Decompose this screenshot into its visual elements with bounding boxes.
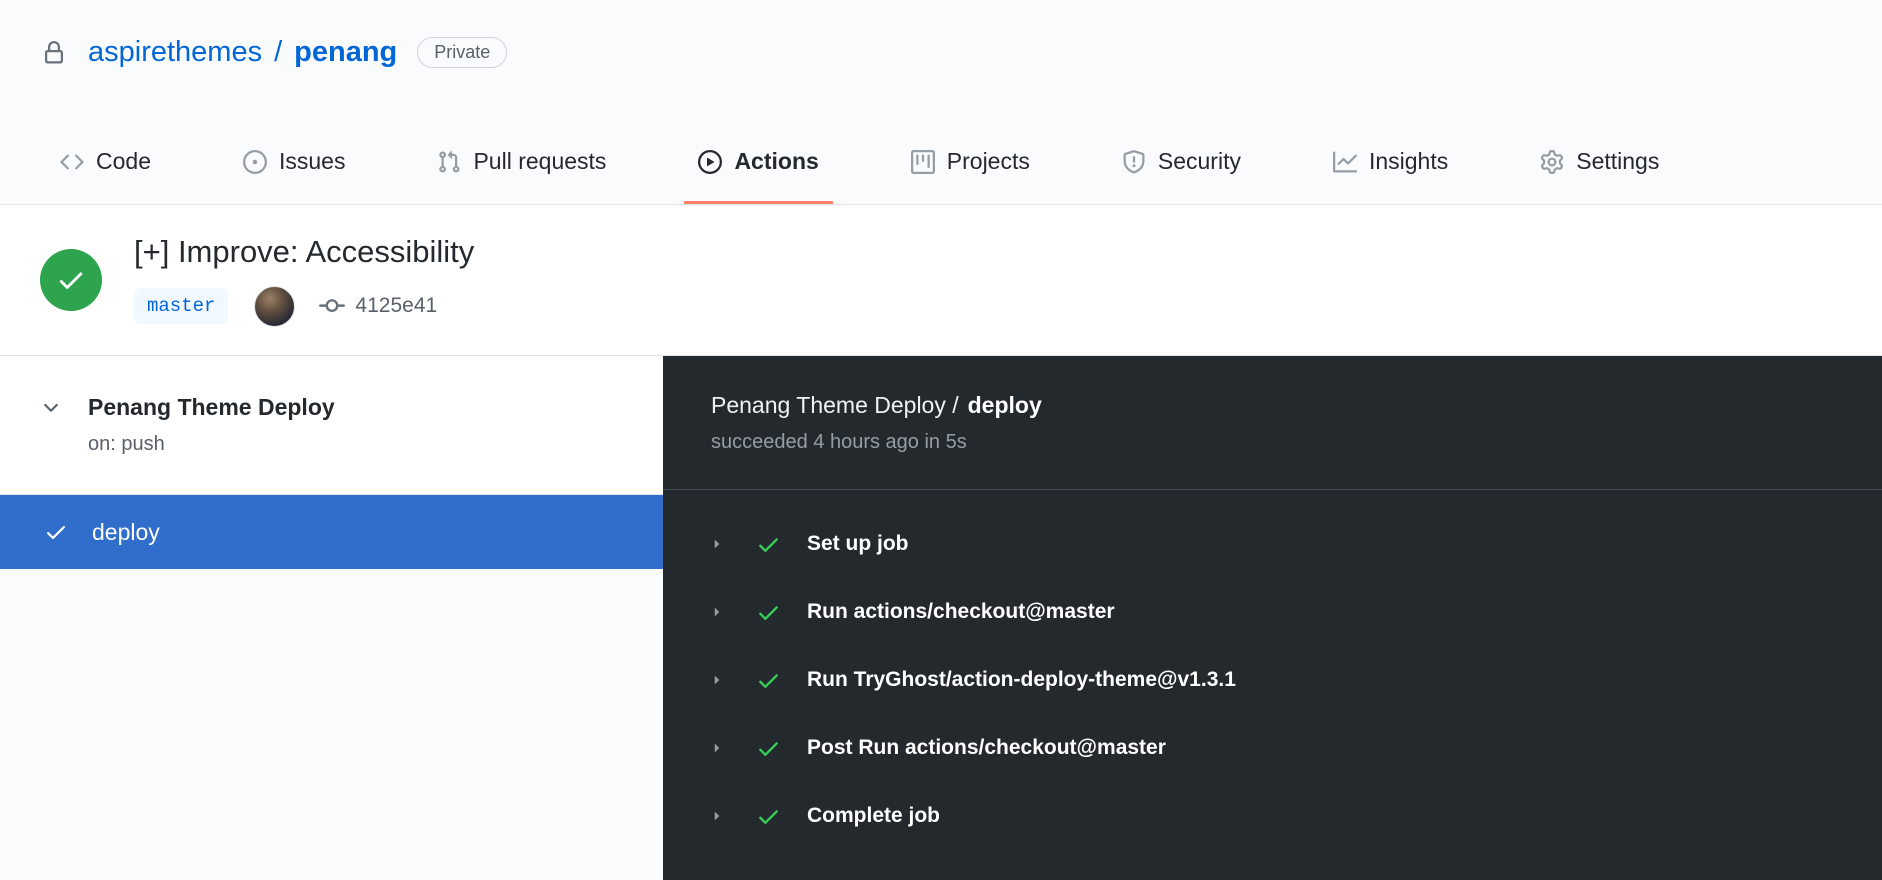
tab-insights[interactable]: Insights [1319, 122, 1462, 204]
sidebar-job-label: deploy [92, 518, 160, 545]
check-icon [756, 668, 781, 693]
lock-icon [42, 40, 66, 65]
code-icon [60, 150, 84, 174]
chevron-down-icon[interactable] [40, 397, 62, 419]
project-icon [910, 149, 935, 174]
check-icon [756, 804, 781, 829]
job-steps-list: Set up job Run actions/checkout@master R [663, 490, 1882, 850]
play-circle-icon [698, 149, 723, 174]
workflow-name: Penang Theme Deploy [88, 394, 335, 420]
tab-actions[interactable]: Actions [684, 122, 833, 204]
workflow-head: Penang Theme Deploy on: push [0, 356, 663, 495]
breadcrumb-repo-link[interactable]: penang [294, 36, 397, 69]
avatar[interactable] [254, 285, 296, 327]
tab-pull-requests[interactable]: Pull requests [423, 122, 620, 204]
triangle-right-icon[interactable] [708, 535, 726, 553]
tab-projects-label: Projects [946, 148, 1030, 174]
step-label: Set up job [807, 532, 909, 555]
commit-link[interactable]: 4125e41 [355, 294, 437, 318]
workflow-name-row[interactable]: Penang Theme Deploy [40, 394, 623, 421]
graph-icon [1332, 150, 1357, 174]
job-panel-header: Penang Theme Deploy / deploy succeeded 4… [663, 356, 1882, 490]
job-panel-title-prefix: Penang Theme Deploy / [711, 392, 959, 418]
job-panel-title: Penang Theme Deploy / deploy [711, 392, 1834, 419]
tab-insights-label: Insights [1368, 148, 1449, 174]
shield-icon [1122, 149, 1146, 174]
jobs-sidebar: Penang Theme Deploy on: push deploy [0, 356, 663, 880]
run-success-icon [40, 249, 102, 311]
tab-security-label: Security [1157, 148, 1241, 174]
tab-issues[interactable]: Issues [229, 122, 359, 204]
job-panel-job-name: deploy [967, 392, 1042, 418]
tab-settings[interactable]: Settings [1526, 122, 1673, 204]
step-post-run-checkout[interactable]: Post Run actions/checkout@master [663, 714, 1882, 782]
tab-projects[interactable]: Projects [897, 122, 1044, 204]
step-run-checkout[interactable]: Run actions/checkout@master [663, 578, 1882, 646]
step-label: Run TryGhost/action-deploy-theme@v1.3.1 [807, 668, 1236, 691]
issue-opened-icon [242, 149, 267, 174]
tab-pull-requests-label: Pull requests [473, 148, 607, 174]
step-label: Post Run actions/checkout@master [807, 736, 1166, 759]
breadcrumb: aspirethemes / penang Private [42, 36, 1882, 69]
breadcrumb-separator: / [274, 36, 283, 68]
triangle-right-icon[interactable] [708, 807, 726, 825]
check-icon [756, 532, 781, 557]
git-pull-request-icon [437, 150, 461, 174]
step-set-up-job[interactable]: Set up job [663, 510, 1882, 578]
check-icon [756, 736, 781, 761]
breadcrumb-owner-link[interactable]: aspirethemes [88, 36, 262, 69]
repo-tab-nav: Code Issues Pull requests Actions Projec… [0, 122, 1882, 204]
triangle-right-icon[interactable] [708, 603, 726, 621]
run-meta: master 4125e41 [134, 285, 474, 327]
gear-icon [1540, 149, 1564, 174]
sidebar-job-deploy[interactable]: deploy [0, 495, 663, 569]
check-icon [44, 520, 68, 544]
visibility-badge: Private [417, 37, 508, 68]
step-label: Run actions/checkout@master [807, 600, 1115, 623]
workflow-trigger: on: push [88, 433, 165, 455]
commit-group: 4125e41 [319, 293, 437, 319]
tab-code[interactable]: Code [46, 122, 165, 204]
git-commit-icon [319, 293, 346, 319]
triangle-right-icon[interactable] [708, 671, 726, 689]
repo-header: aspirethemes / penang Private Code Issue… [0, 0, 1882, 205]
triangle-right-icon[interactable] [708, 739, 726, 757]
step-label: Complete job [807, 804, 941, 827]
job-log-panel: Penang Theme Deploy / deploy succeeded 4… [663, 356, 1882, 880]
run-title: [+] Improve: Accessibility [134, 234, 475, 270]
branch-badge[interactable]: master [134, 288, 229, 325]
run-info: [+] Improve: Accessibility master 4125e4… [134, 233, 474, 327]
tab-settings-label: Settings [1576, 148, 1660, 174]
tab-actions-label: Actions [734, 148, 819, 174]
step-run-deploy-theme[interactable]: Run TryGhost/action-deploy-theme@v1.3.1 [663, 646, 1882, 714]
workflow-run-header: [+] Improve: Accessibility master 4125e4… [0, 205, 1882, 355]
step-complete-job[interactable]: Complete job [663, 782, 1882, 850]
run-main: Penang Theme Deploy on: push deploy Pena… [0, 355, 1882, 880]
tab-security[interactable]: Security [1108, 122, 1255, 204]
tab-issues-label: Issues [278, 148, 346, 174]
tab-code-label: Code [96, 148, 151, 174]
job-status-summary: succeeded 4 hours ago in 5s [711, 431, 967, 453]
check-icon [756, 600, 781, 625]
